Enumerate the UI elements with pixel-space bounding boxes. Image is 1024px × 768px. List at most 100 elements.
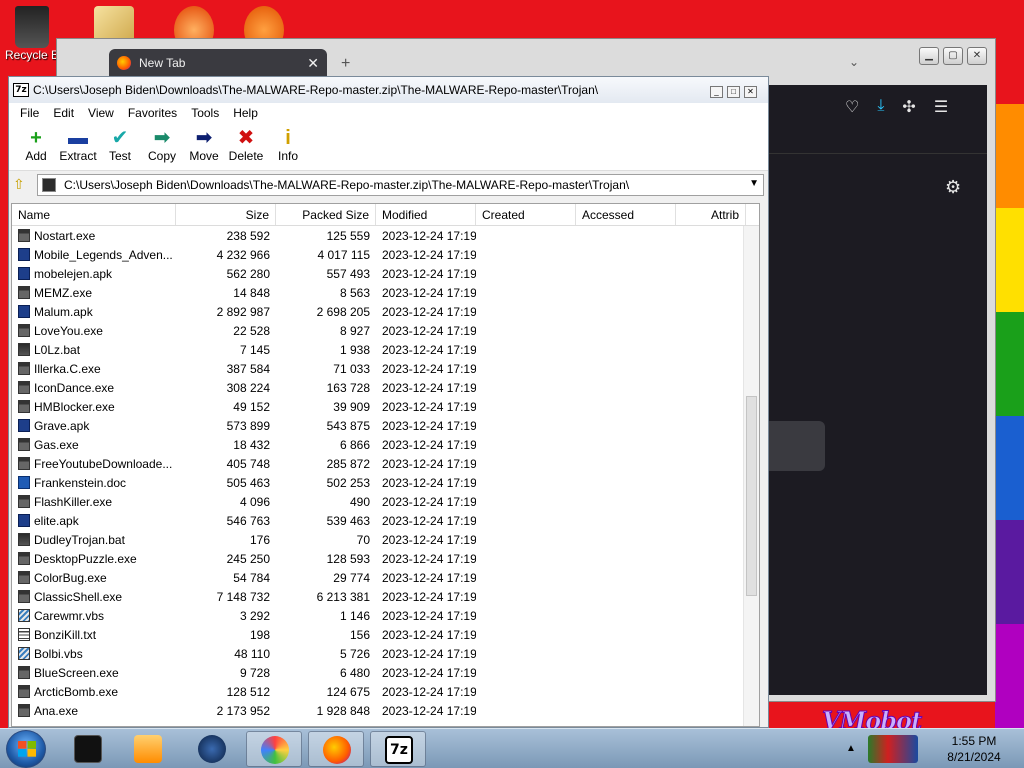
close-tab-icon[interactable]: ✕ (307, 55, 319, 72)
scrollbar-thumb[interactable] (746, 396, 757, 596)
file-name: ArcticBomb.exe (34, 684, 119, 699)
table-row[interactable]: ClassicShell.exe 7 148 732 6 213 381 2023-1… (12, 587, 759, 606)
file-list[interactable]: Name Size Packed Size Modified Created Access… (11, 203, 760, 727)
tray-network-icon[interactable] (868, 735, 918, 763)
table-row[interactable]: Malum.apk 2 892 987 2 698 205 2023-12-24 17… (12, 302, 759, 321)
menu-file[interactable]: File (13, 103, 46, 123)
clock[interactable]: 1:55 PM 8/21/2024 (934, 733, 1014, 765)
7zip-window[interactable]: 7z C:\Users\Joseph Biden\Downloads\The-M… (8, 76, 769, 728)
minimize-button[interactable]: ▁ (919, 47, 939, 65)
copy-button[interactable]: ➡ Copy (141, 123, 183, 170)
table-row[interactable]: Nostart.exe 238 592 125 559 2023-12-24 17:1… (12, 226, 759, 245)
column-header-accessed[interactable]: Accessed (576, 204, 676, 225)
menu-edit[interactable]: Edit (46, 103, 81, 123)
tab-list-button[interactable]: ⌄ (849, 55, 859, 69)
table-row[interactable]: mobelejen.apk 562 280 557 493 2023-12-24 17… (12, 264, 759, 283)
maximize-button[interactable]: ▢ (943, 47, 963, 65)
column-header-modified[interactable]: Modified (376, 204, 476, 225)
table-row[interactable]: Bolbi.vbs 48 110 5 726 2023-12-24 17:19 (12, 644, 759, 663)
file-size: 176 (249, 532, 270, 547)
table-row[interactable]: IconDance.exe 308 224 163 728 2023-12-24 17… (12, 378, 759, 397)
chevron-down-icon[interactable]: ▼ (749, 178, 759, 189)
close-button[interactable]: ✕ (744, 86, 757, 98)
taskbar-cmd[interactable] (60, 731, 116, 767)
file-packed-size: 163 728 (326, 380, 370, 395)
file-packed-size: 39 909 (333, 399, 370, 414)
close-button[interactable]: ✕ (967, 47, 987, 65)
table-row[interactable]: Gas.exe 18 432 6 866 2023-12-24 17:19 (12, 435, 759, 454)
menu-tools[interactable]: Tools (184, 103, 226, 123)
table-row[interactable]: L0Lz.bat 7 145 1 938 2023-12-24 17:19 (12, 340, 759, 359)
table-row[interactable]: Frankenstein.doc 505 463 502 253 2023-12-24… (12, 473, 759, 492)
taskbar-7zip[interactable]: 7z (370, 731, 426, 767)
window-title: C:\Users\Joseph Biden\Downloads\The-MALW… (33, 83, 599, 97)
file-modified: 2023-12-24 17:19 (382, 513, 476, 528)
menu-view[interactable]: View (81, 103, 121, 123)
move-button[interactable]: ➡ Move (183, 123, 225, 170)
browser-tab-new-tab[interactable]: New Tab ✕ (109, 49, 327, 77)
table-row[interactable]: DesktopPuzzle.exe 245 250 128 593 2023-12-2… (12, 549, 759, 568)
table-row[interactable]: DudleyTrojan.bat 176 70 2023-12-24 17:19 (12, 530, 759, 549)
tray-show-hidden-icon[interactable]: ▲ (846, 743, 856, 754)
address-field[interactable]: C:\Users\Joseph Biden\Downloads\The-MALW… (37, 174, 764, 196)
file-size: 9 728 (239, 665, 270, 680)
file-name-cell: ArcticBomb.exe (12, 685, 176, 699)
table-row[interactable]: MEMZ.exe 14 848 8 563 2023-12-24 17:19 (12, 283, 759, 302)
add-button[interactable]: + Add (15, 123, 57, 170)
table-row[interactable]: ColorBug.exe 54 784 29 774 2023-12-24 17:19 (12, 568, 759, 587)
table-row[interactable]: Ana.exe 2 173 952 1 928 848 2023-12-24 17:1… (12, 701, 759, 720)
taskbar-globe[interactable] (184, 731, 240, 767)
extensions-icon[interactable]: ✣ (902, 97, 915, 117)
file-packed-size: 29 774 (333, 570, 370, 585)
start-button[interactable] (6, 730, 46, 768)
table-row[interactable]: BonziKill.txt 198 156 2023-12-24 17:19 (12, 625, 759, 644)
file-modified: 2023-12-24 17:19 (382, 399, 476, 414)
taskbar-media-player[interactable] (120, 731, 176, 767)
vertical-scrollbar[interactable] (743, 226, 759, 726)
download-icon[interactable]: ⤓ (877, 97, 884, 117)
info-button[interactable]: i Info (267, 123, 309, 170)
settings-gear-icon[interactable]: ⚙ (945, 177, 961, 198)
file-txt-icon (18, 628, 30, 641)
new-tab-button[interactable]: + (341, 55, 350, 73)
menu-icon[interactable]: ☰ (934, 97, 948, 117)
table-row[interactable]: LoveYou.exe 22 528 8 927 2023-12-24 17:19 (12, 321, 759, 340)
file-name-cell: Frankenstein.doc (12, 476, 176, 490)
table-row[interactable]: Mobile_Legends_Adven... 4 232 966 4 017 11… (12, 245, 759, 264)
test-button[interactable]: ✔ Test (99, 123, 141, 170)
pocket-icon[interactable]: ♡ (845, 97, 859, 117)
7zip-titlebar[interactable]: 7z C:\Users\Joseph Biden\Downloads\The-M… (9, 77, 768, 103)
rainbow-stripe (995, 415, 1024, 520)
toolbar: + Add ▬ Extract ✔ Test ➡ Copy ➡ Move ✖ Delete i Info (9, 123, 768, 171)
file-size: 22 528 (233, 323, 270, 338)
column-header-packed-size[interactable]: Packed Size (276, 204, 376, 225)
table-row[interactable]: Grave.apk 573 899 543 875 2023-12-24 17:19 (12, 416, 759, 435)
table-row[interactable]: FreeYoutubeDownloade... 405 748 285 872 202… (12, 454, 759, 473)
table-row[interactable]: HMBlocker.exe 49 152 39 909 2023-12-24 17:1… (12, 397, 759, 416)
minimize-button[interactable]: _ (710, 86, 723, 98)
desktop-icon-recycle-bin[interactable]: Recycle B (0, 2, 64, 62)
table-row[interactable]: FlashKiller.exe 4 096 490 2023-12-24 17:19 (12, 492, 759, 511)
column-header-size[interactable]: Size (176, 204, 276, 225)
column-header-name[interactable]: Name (12, 204, 176, 225)
extract-button[interactable]: ▬ Extract (57, 123, 99, 170)
up-folder-icon[interactable]: ⇧ (13, 176, 31, 194)
table-row[interactable]: BlueScreen.exe 9 728 6 480 2023-12-24 17:19 (12, 663, 759, 682)
table-row[interactable]: Illerka.C.exe 387 584 71 033 2023-12-24 17:… (12, 359, 759, 378)
file-packed-size: 543 875 (326, 418, 370, 433)
menu-help[interactable]: Help (226, 103, 265, 123)
system-tray[interactable]: ▲ (842, 731, 932, 767)
table-row[interactable]: Carewmr.vbs 3 292 1 146 2023-12-24 17:19 (12, 606, 759, 625)
column-header-attrib[interactable]: Attrib (676, 204, 746, 225)
column-header-created[interactable]: Created (476, 204, 576, 225)
taskbar-paint[interactable] (246, 731, 302, 767)
maximize-button[interactable]: □ (727, 86, 740, 98)
delete-button[interactable]: ✖ Delete (225, 123, 267, 170)
file-name-cell: Carewmr.vbs (12, 609, 176, 623)
taskbar-firefox[interactable] (308, 731, 364, 767)
menu-favorites[interactable]: Favorites (121, 103, 184, 123)
table-row[interactable]: elite.apk 546 763 539 463 2023-12-24 17:19 (12, 511, 759, 530)
table-row[interactable]: ArcticBomb.exe 128 512 124 675 2023-12-24 1… (12, 682, 759, 701)
file-exe-icon (18, 286, 30, 299)
file-name-cell: FlashKiller.exe (12, 495, 176, 509)
